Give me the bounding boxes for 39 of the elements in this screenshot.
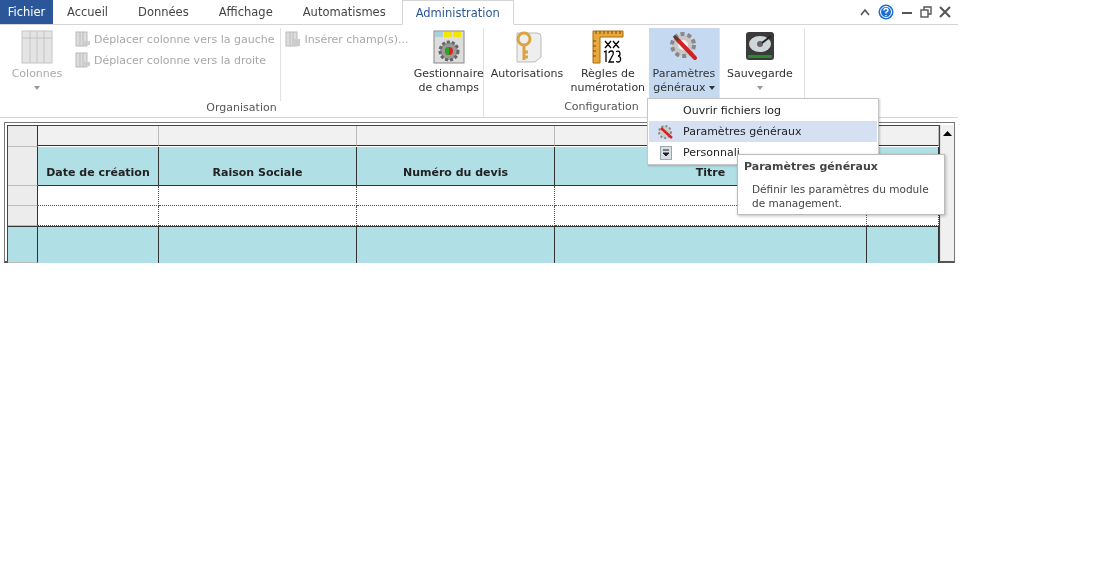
menu-item[interactable]: Ouvrir fichiers log — [649, 100, 877, 121]
file-tab[interactable]: Fichier — [0, 0, 53, 24]
ribbon-tab[interactable]: Affichage — [204, 0, 287, 24]
gear-icon — [432, 30, 465, 64]
column-icon — [75, 31, 91, 47]
group-label: Organisation — [206, 101, 277, 114]
restore-icon[interactable] — [920, 6, 932, 18]
column-icon — [285, 31, 302, 47]
row-header[interactable] — [8, 186, 38, 206]
filter-cell[interactable] — [159, 126, 357, 146]
group-label: Configuration — [564, 100, 639, 113]
collapse-icon[interactable] — [859, 7, 871, 17]
menu-item[interactable]: Paramètres généraux — [649, 121, 877, 142]
ribbon-tab[interactable]: Automatismes — [288, 0, 400, 24]
help-icon[interactable] — [878, 4, 894, 20]
ribbon-tab[interactable]: Accueil — [53, 0, 123, 24]
filter-cell[interactable] — [357, 126, 555, 146]
ribbon-button[interactable]: Gestionnaire de champs — [414, 28, 483, 101]
table-cell[interactable] — [159, 186, 357, 206]
column-header[interactable]: Numéro du devis — [357, 147, 555, 186]
ruler-numbers-icon — [591, 30, 624, 64]
columns-icon — [21, 30, 53, 64]
table-cell[interactable] — [357, 186, 555, 206]
ribbon-button[interactable]: Autorisations — [487, 28, 567, 100]
table-cell[interactable] — [38, 186, 159, 206]
row-header[interactable] — [8, 206, 38, 226]
column-header[interactable]: Date de création — [38, 147, 159, 186]
ribbon-button[interactable]: Règles de numérotation — [566, 28, 649, 100]
gear-wrench-icon — [657, 123, 675, 140]
ribbon-tab[interactable]: Données — [124, 0, 203, 24]
scroll-up-icon[interactable] — [943, 130, 952, 136]
ribbon-button[interactable]: Paramètres généraux — [648, 28, 719, 100]
column-header[interactable]: Raison Sociale — [159, 147, 357, 186]
filter-cell[interactable] — [38, 126, 159, 146]
summary-cell — [867, 226, 939, 263]
ribbon-tab[interactable]: Administration — [401, 0, 514, 25]
column-icon — [75, 52, 91, 68]
close-icon[interactable] — [939, 6, 951, 18]
dropdown-icon — [660, 145, 672, 160]
